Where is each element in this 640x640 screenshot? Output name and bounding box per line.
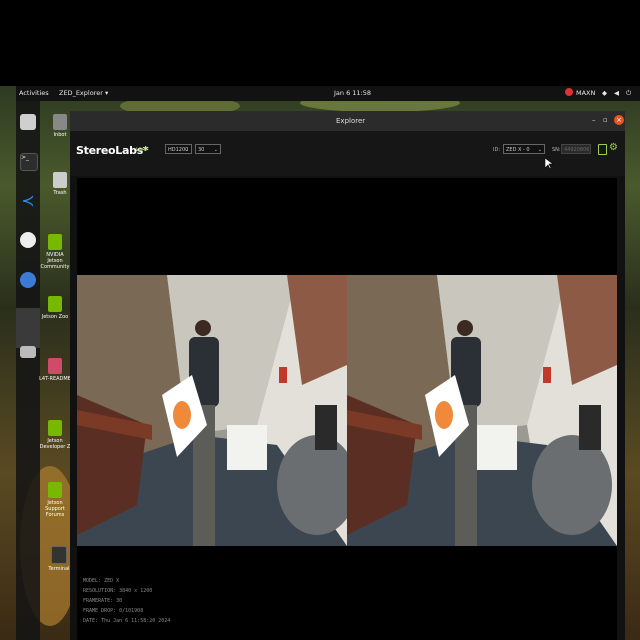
camera-select[interactable]: ZED X - 0 ⌄: [503, 144, 545, 154]
fps-select[interactable]: 30 ⌄: [195, 144, 221, 154]
clock[interactable]: Jan 6 11:58: [334, 89, 371, 97]
camera-info-panel: MODEL: ZED X RESOLUTION: 3840 x 1200 FRAME…: [83, 576, 170, 626]
camera-viewer: MODEL: ZED X RESOLUTION: 3840 x 1200 FRAME…: [77, 178, 617, 640]
left-camera-scene: [77, 275, 347, 546]
serial-label: SN:: [552, 147, 561, 153]
live-badge: LIVE: [136, 147, 147, 153]
trash-icon: [53, 172, 67, 188]
zed-explorer-dock-icon[interactable]: [16, 308, 40, 348]
network-icon[interactable]: ◆: [602, 89, 607, 97]
desktop-icon-jetson-developer[interactable]: Jetson Developer Z: [38, 420, 72, 450]
nvidia-icon: [48, 234, 62, 250]
desktop-icon-jetson-zoo[interactable]: Jetson Zoo: [38, 296, 72, 320]
obs-icon[interactable]: [20, 232, 36, 248]
camera-id-label: ID:: [493, 147, 501, 153]
chevron-down-icon: ⌄: [537, 147, 542, 153]
nvidia-status-icon[interactable]: [565, 88, 573, 96]
chevron-down-icon: ⌄: [213, 147, 218, 153]
mouse-cursor-icon: [545, 158, 553, 170]
nvidia-icon: [48, 482, 62, 498]
window-titlebar[interactable]: Explorer – ▫ ×: [70, 111, 625, 131]
info-model: MODEL: ZED X: [83, 578, 120, 584]
dock: >_ ≺: [16, 101, 40, 640]
power-icon[interactable]: ⏻: [626, 89, 631, 98]
desktop-icon-l4t-readme[interactable]: L4T-README: [38, 358, 72, 382]
power-mode-label[interactable]: MAXN: [576, 89, 595, 97]
terminal-icon[interactable]: >_: [20, 153, 38, 171]
resolution-select[interactable]: HD1200 ⌄: [165, 144, 192, 154]
close-icon[interactable]: ×: [614, 115, 624, 125]
info-resolution: RESOLUTION: 3840 x 1200: [83, 588, 153, 594]
app-menu[interactable]: ZED_Explorer ▾: [59, 89, 108, 97]
letterbox: [0, 0, 640, 86]
chevron-down-icon: ⌄: [184, 147, 189, 153]
minimize-icon[interactable]: –: [592, 116, 596, 124]
explorer-window: Explorer – ▫ × StereoLabs* LIVE HD1200 ⌄…: [70, 111, 625, 640]
drive-icon[interactable]: [20, 346, 36, 358]
files-icon[interactable]: [20, 114, 36, 130]
terminal-icon: [51, 546, 67, 564]
vscode-icon[interactable]: ≺: [20, 193, 36, 209]
info-frame-drop: FRAME DROP: 0/101908: [83, 608, 144, 614]
info-date: DATE: Thu Jan 6 11:58:20 2024: [83, 618, 171, 624]
recording-icon[interactable]: [598, 144, 607, 155]
left-camera-view: [77, 275, 347, 546]
desktop-icon-jetson-support[interactable]: Jetson Support Forums: [38, 482, 72, 518]
top-bar: Activities ZED_Explorer ▾ Jan 6 11:58 MA…: [16, 86, 640, 101]
right-camera-view: [347, 275, 617, 546]
info-framerate: FRAMERATE: 30: [83, 598, 123, 604]
right-camera-scene: [347, 275, 617, 546]
folder-icon: [48, 358, 62, 374]
folder-icon: [53, 114, 67, 130]
nvidia-icon: [48, 296, 62, 312]
stereo-image[interactable]: [77, 275, 617, 546]
window-title: Explorer: [336, 117, 366, 125]
maximize-icon[interactable]: ▫: [603, 116, 608, 124]
settings-gear-icon[interactable]: ⚙: [609, 142, 618, 153]
desktop-icon-nvidia-community[interactable]: NVIDIA Jetson Community: [38, 234, 72, 270]
serial-field: 44920806: [561, 144, 591, 154]
volume-icon[interactable]: ◀: [614, 89, 619, 97]
nvidia-icon: [48, 420, 62, 436]
chromium-icon[interactable]: [20, 272, 36, 288]
activities-button[interactable]: Activities: [19, 89, 49, 97]
